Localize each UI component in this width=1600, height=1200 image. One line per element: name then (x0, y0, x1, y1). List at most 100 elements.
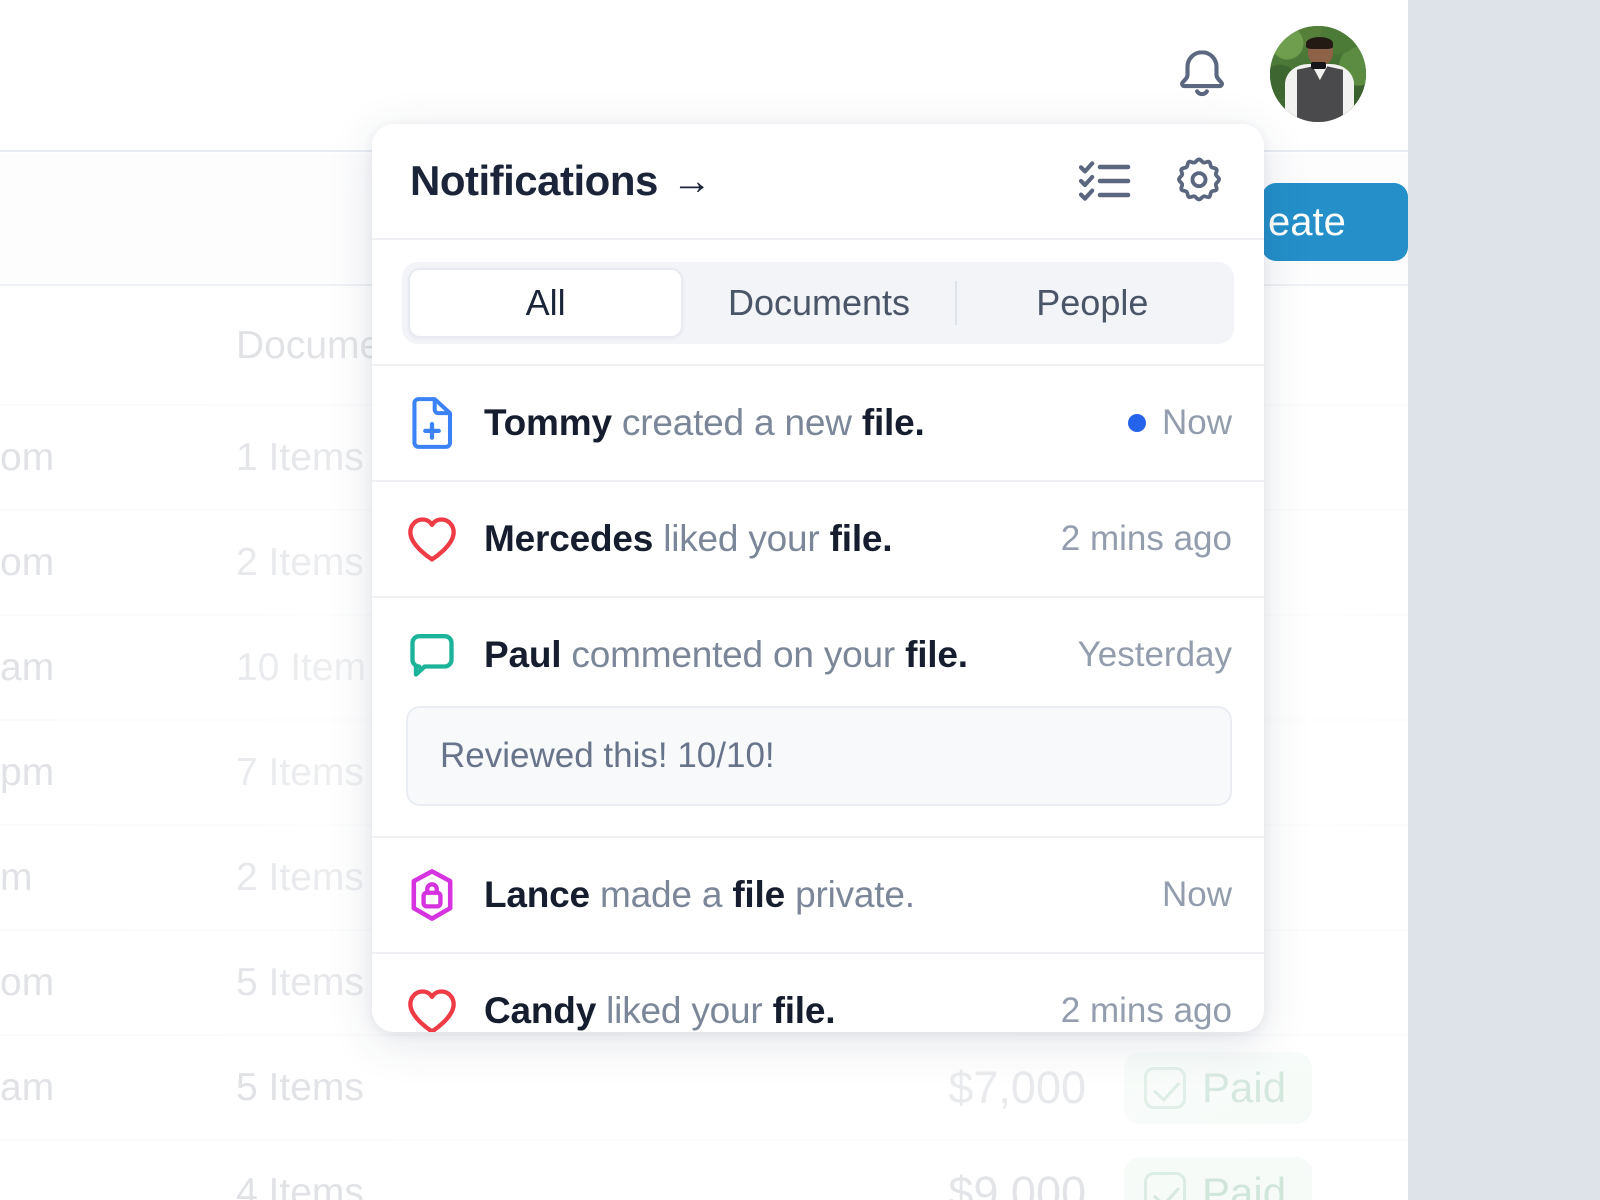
screen-root: eate Docume om 1 Items om 2 Items am 10 Item p… (0, 0, 1600, 1200)
tab-people[interactable]: People (957, 268, 1228, 338)
notification-object: file (732, 874, 785, 915)
status-badge: Paid (1124, 1051, 1313, 1124)
notification-action: liked your (596, 990, 773, 1031)
panel-title-text: Notifications (410, 157, 658, 204)
comment-icon (406, 626, 458, 684)
comment-icon (410, 633, 454, 677)
cell-amount: $7,000 (948, 1061, 1086, 1113)
notification-actor: Paul (484, 634, 562, 675)
lock-shield-icon (411, 869, 453, 921)
cell-time: pm (0, 750, 55, 794)
notification-item[interactable]: Tommy created a new file. Now (372, 366, 1264, 482)
notification-filter-tabs: All Documents People (402, 262, 1234, 344)
notification-comment: Reviewed this! 10/10! (406, 706, 1232, 806)
cell-time: om (0, 435, 55, 479)
notification-row: Tommy created a new file. Now (406, 394, 1232, 452)
tab-all[interactable]: All (408, 268, 684, 338)
notifications-bell-button[interactable] (1172, 43, 1232, 105)
heart-icon (408, 517, 456, 562)
notification-timestamp: Yesterday (1078, 635, 1232, 675)
notification-item[interactable]: Lance made a file private. Now (372, 838, 1264, 954)
check-icon (1144, 1171, 1186, 1200)
notification-actor: Lance (484, 874, 590, 915)
check-icon (1144, 1066, 1186, 1109)
status-badge: Paid (1124, 1156, 1313, 1200)
bell-icon (1180, 50, 1224, 97)
notifications-panel: Notifications → All Documents People Tom… (372, 124, 1264, 1032)
heart-icon (406, 510, 458, 568)
timestamp-label: Now (1161, 875, 1232, 914)
cell-time: am (0, 645, 55, 689)
notification-item[interactable]: Paul commented on your file. Yesterday Rev… (372, 598, 1264, 838)
notification-text: Candy liked your file. (484, 990, 836, 1032)
notification-object: file. (861, 402, 925, 443)
timestamp-label: 2 mins ago (1060, 519, 1232, 558)
notification-action: created a new (611, 402, 862, 443)
notification-object: file. (829, 518, 893, 559)
panel-title[interactable]: Notifications → (410, 157, 712, 205)
panel-header-actions (1076, 152, 1228, 210)
panel-header: Notifications → (372, 124, 1264, 240)
cell-time: om (0, 960, 55, 1004)
create-button[interactable]: eate (1262, 183, 1408, 261)
table-row[interactable]: 4 Items $9,000 Paid (0, 1141, 1408, 1200)
tab-label: All (525, 282, 566, 323)
cell-status: Paid (1086, 1051, 1406, 1124)
notification-action: made a (589, 874, 733, 915)
notification-text: Lance made a file private. (484, 874, 915, 916)
mark-all-read-button[interactable] (1076, 152, 1134, 210)
table-row[interactable]: am 5 Items $7,000 Paid (0, 1036, 1408, 1141)
gear-icon (1177, 157, 1221, 202)
notification-row: Mercedes liked your file. 2 mins ago (406, 510, 1232, 568)
notification-text: Paul commented on your file. (484, 634, 968, 676)
notification-actor: Tommy (484, 402, 612, 443)
topbar-right-actions (1172, 26, 1366, 122)
cell-documents: 5 Items (236, 1065, 364, 1109)
file-add-icon (406, 394, 458, 452)
notification-object: file. (905, 634, 968, 675)
unread-dot (1127, 414, 1146, 432)
cell-status: Paid (1086, 1156, 1406, 1200)
notification-settings-button[interactable] (1170, 152, 1228, 210)
tab-label: People (1036, 282, 1149, 323)
notification-row: Candy liked your file. 2 mins ago (406, 982, 1232, 1032)
notification-item[interactable]: Candy liked your file. 2 mins ago (372, 954, 1264, 1032)
avatar-hair (1306, 36, 1334, 50)
notification-suffix: private. (784, 874, 915, 915)
heart-icon (408, 989, 456, 1032)
cell-time: m (0, 855, 33, 899)
notification-action: liked your (653, 518, 830, 559)
notification-timestamp: 2 mins ago (1061, 991, 1232, 1031)
notification-timestamp: Now (1127, 403, 1232, 443)
notification-actor: Candy (484, 990, 597, 1031)
notification-object: file. (772, 990, 836, 1031)
status-label: Paid (1202, 1168, 1287, 1200)
notification-timestamp: 2 mins ago (1061, 519, 1232, 559)
lock-shield-icon (406, 866, 458, 924)
notification-text: Tommy created a new file. (484, 402, 925, 444)
notification-timestamp: Now (1162, 875, 1232, 915)
tabs-container: All Documents People (372, 240, 1264, 366)
timestamp-label: Now (1161, 403, 1232, 442)
timestamp-label: Yesterday (1077, 635, 1232, 674)
cell-amount: $9,000 (948, 1166, 1086, 1200)
heart-icon (406, 982, 458, 1032)
cell-documents: 4 Items (236, 1170, 364, 1200)
checklist-icon (1079, 161, 1131, 201)
notification-action: commented on your (561, 634, 906, 675)
tab-documents[interactable]: Documents (683, 268, 954, 338)
file-add-icon (412, 397, 453, 449)
cell-time: om (0, 540, 55, 584)
avatar[interactable] (1270, 26, 1366, 122)
cell-time: am (0, 1065, 55, 1109)
notification-row: Lance made a file private. Now (406, 866, 1232, 924)
arrow-right-icon: → (671, 158, 712, 203)
notification-actor: Mercedes (484, 518, 654, 559)
tab-label: Documents (727, 282, 911, 323)
notification-list: Tommy created a new file. Now Mercedes li… (372, 366, 1264, 1032)
status-label: Paid (1202, 1063, 1287, 1111)
notification-row: Paul commented on your file. Yesterday (406, 626, 1232, 684)
timestamp-label: 2 mins ago (1060, 991, 1232, 1030)
avatar-bowtie (1311, 62, 1326, 70)
notification-item[interactable]: Mercedes liked your file. 2 mins ago (372, 482, 1264, 598)
